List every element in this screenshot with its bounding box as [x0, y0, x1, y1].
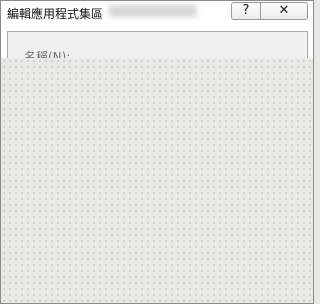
close-button[interactable]: ✕ — [260, 2, 308, 20]
loading-overlay — [1, 58, 313, 303]
edit-app-pool-dialog: 編輯應用程式集區 ? ✕ 名稱(N): — [0, 0, 314, 304]
title-bar: 編輯應用程式集區 ? ✕ — [1, 1, 313, 25]
window-title: 編輯應用程式集區 — [7, 7, 104, 21]
close-icon: ✕ — [278, 3, 290, 18]
help-button[interactable]: ? — [231, 2, 261, 20]
blurred-title-text — [109, 5, 197, 17]
help-icon: ? — [242, 3, 250, 18]
